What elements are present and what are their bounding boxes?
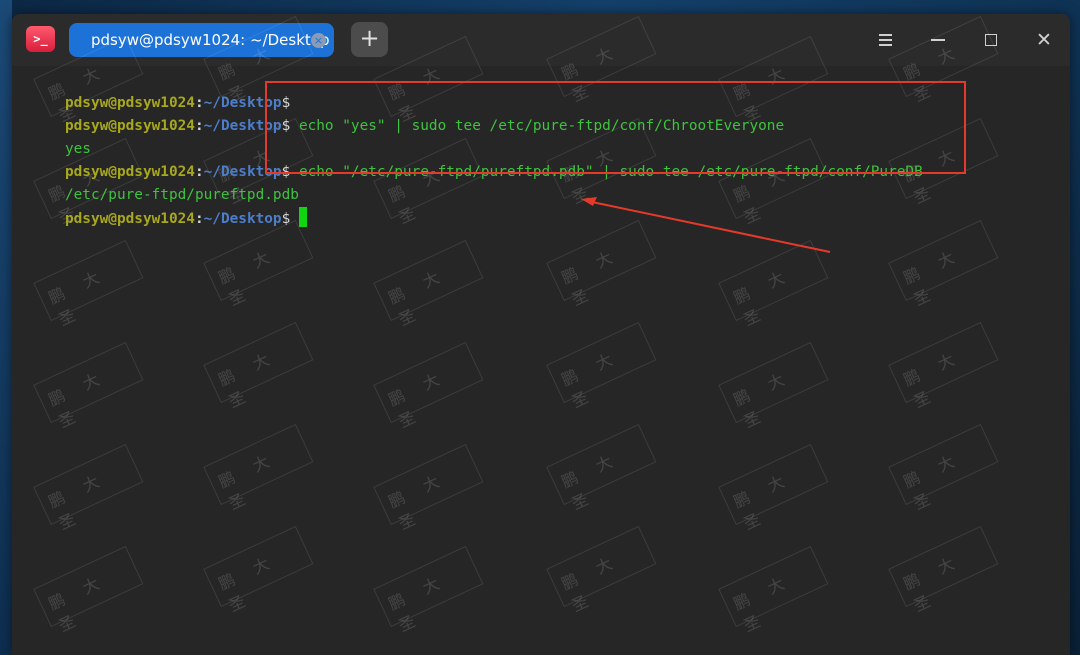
terminal-window: >_ pdsyw@pdsyw1024: ~/Desktop × + ✕ 鹏 大 … <box>12 14 1070 655</box>
command-text: echo "yes" | sudo tee /etc/pure-ftpd/con… <box>290 118 785 134</box>
terminal-icon[interactable]: >_ <box>26 26 55 52</box>
watermark-text: 鹏 大 圣 <box>373 545 484 635</box>
title-bar: >_ pdsyw@pdsyw1024: ~/Desktop × + ✕ <box>12 14 1070 66</box>
terminal-line: pdsyw@pdsyw1024:~/Desktop$ <box>13 184 307 227</box>
minimize-icon[interactable] <box>924 26 952 54</box>
terminal-line: /etc/pure-ftpd/pureftpd.pdb <box>13 161 299 203</box>
tab-close-icon[interactable]: × <box>311 33 326 48</box>
hamburger-menu-icon[interactable] <box>872 26 900 54</box>
watermark-text: 鹏 大 圣 <box>33 341 144 431</box>
prompt-colon: : <box>194 211 204 227</box>
desktop-background <box>0 0 12 655</box>
watermark-text: 鹏 大 圣 <box>546 423 657 513</box>
watermark-text: 鹏 大 圣 <box>718 341 829 431</box>
watermark-text: 鹏 大 圣 <box>888 525 999 615</box>
terminal-line: pdsyw@pdsyw1024:~/Desktop$ echo "/etc/pu… <box>13 138 923 180</box>
new-tab-button[interactable]: + <box>351 22 388 57</box>
watermark-text: 鹏 大 圣 <box>888 219 999 309</box>
command-text: echo "/etc/pure-ftpd/pureftpd.pdb" | sud… <box>290 164 923 180</box>
watermark-text: 鹏 大 圣 <box>373 443 484 533</box>
watermark-text: 鹏 大 圣 <box>203 525 314 615</box>
watermark-text: 鹏 大 圣 <box>33 239 144 329</box>
close-icon[interactable]: ✕ <box>1030 26 1058 54</box>
text-cursor <box>298 207 307 227</box>
prompt-path: ~/Desktop <box>203 118 282 134</box>
watermark-text: 鹏 大 圣 <box>203 321 314 411</box>
watermark-text: 鹏 大 圣 <box>373 239 484 329</box>
watermark-text: 鹏 大 圣 <box>888 321 999 411</box>
terminal-line: pdsyw@pdsyw1024:~/Desktop$ <box>13 69 290 111</box>
tab-title: pdsyw@pdsyw1024: ~/Desktop <box>91 31 330 49</box>
watermark-text: 鹏 大 圣 <box>546 525 657 615</box>
watermark-text: 鹏 大 圣 <box>203 423 314 513</box>
prompt-dollar: $ <box>281 118 291 134</box>
prompt-dollar: $ <box>281 211 291 227</box>
watermark-text: 鹏 大 圣 <box>888 423 999 513</box>
tab-terminal-session[interactable]: pdsyw@pdsyw1024: ~/Desktop × <box>69 23 334 57</box>
watermark-text: 鹏 大 圣 <box>718 545 829 635</box>
watermark-text: 鹏 大 圣 <box>33 443 144 533</box>
watermark-text: 鹏 大 圣 <box>203 219 314 309</box>
watermark-text: 鹏 大 圣 <box>718 239 829 329</box>
watermark-text: 鹏 大 圣 <box>373 341 484 431</box>
maximize-icon[interactable] <box>977 26 1005 54</box>
watermark-text: 鹏 大 圣 <box>546 219 657 309</box>
prompt-colon: : <box>194 118 204 134</box>
watermark-text: 鹏 大 圣 <box>33 545 144 635</box>
prompt-user: pdsyw@pdsyw1024 <box>64 211 195 227</box>
terminal-line: pdsyw@pdsyw1024:~/Desktop$ echo "yes" | … <box>13 92 784 134</box>
watermark-text: 鹏 大 圣 <box>718 443 829 533</box>
terminal-output[interactable]: 鹏 大 圣鹏 大 圣鹏 大 圣鹏 大 圣鹏 大 圣鹏 大 圣鹏 大 圣鹏 大 圣… <box>12 15 1070 655</box>
terminal-line: yes <box>13 115 91 157</box>
command-text <box>290 211 299 227</box>
prompt-path: ~/Desktop <box>203 211 282 227</box>
watermark-text: 鹏 大 圣 <box>546 321 657 411</box>
